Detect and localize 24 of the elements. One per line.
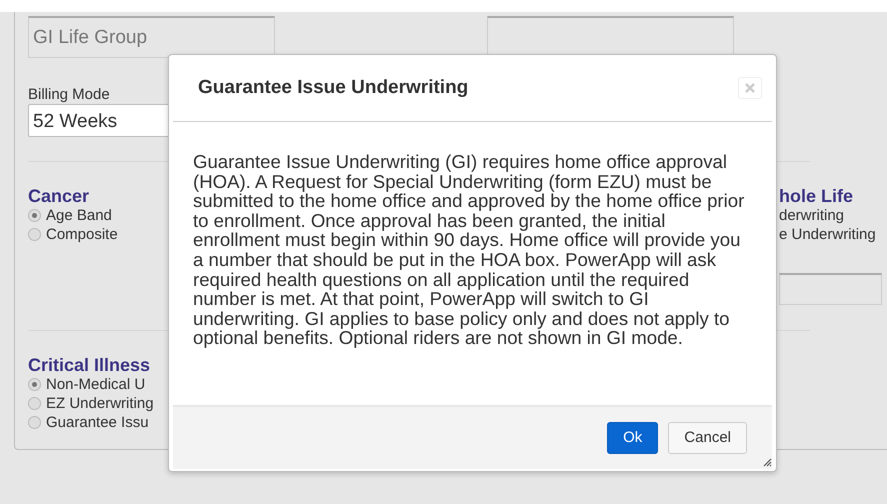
ok-button[interactable]: Ok: [607, 422, 658, 454]
radio-label: Composite: [46, 225, 118, 244]
radio-label: Non-Medical U: [46, 375, 146, 394]
dialog-title: Guarantee Issue Underwriting: [198, 76, 468, 100]
field-label: Billing Mode: [28, 86, 110, 104]
radio-label: derwriting: [779, 206, 844, 225]
radio-button[interactable]: [28, 416, 41, 429]
section-heading: Critical Illness: [28, 355, 150, 375]
radio-button[interactable]: [28, 228, 41, 241]
close-icon: [745, 83, 755, 93]
dialog-message: Guarantee Issue Underwriting (GI) requires home office approval (HOA). A Request for Special Underwriting (form EZU) must be submitted to the home office and approved by the home office prior to enrollment. Once approval has been granted, the initial enrollment must begin within 90 days. Home office will provide you a number that should be put in the HOA box. PowerApp will ask required health questions on all application until the required number is met. At that point, PowerApp will switch to GI underwriting. GI applies to base policy only and does not apply to optional benefits. Optional riders are not shown in GI mode.: [193, 152, 746, 348]
text-field[interactable]: [779, 273, 882, 305]
radio-label: e Underwriting: [779, 225, 876, 244]
close-button[interactable]: [738, 77, 762, 99]
radio-label: Guarantee Issu: [46, 413, 149, 432]
radio-label: Age Band: [46, 206, 112, 225]
resize-grip-icon[interactable]: [763, 458, 772, 467]
radio-button[interactable]: [28, 209, 41, 222]
section-heading: hole Life: [779, 186, 854, 206]
cancel-button[interactable]: Cancel: [668, 422, 747, 454]
radio-button[interactable]: [28, 397, 41, 410]
section-heading: Cancer: [28, 186, 90, 206]
radio-label: EZ Underwriting: [46, 394, 154, 413]
radio-button[interactable]: [28, 378, 41, 391]
